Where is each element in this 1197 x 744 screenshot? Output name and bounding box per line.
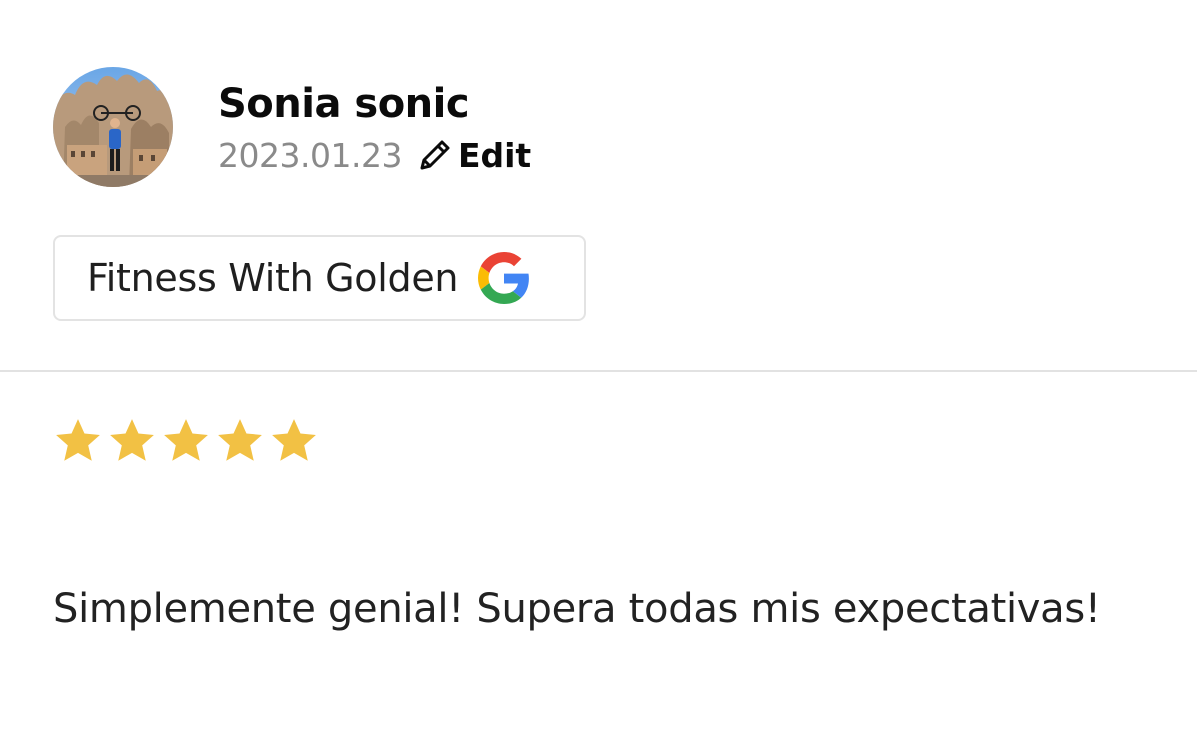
star-rating — [53, 416, 323, 466]
review-meta: Sonia sonic 2023.01.23 Edit — [218, 80, 531, 175]
star-icon — [110, 419, 154, 461]
edit-button[interactable]: Edit — [416, 136, 531, 175]
star-icon — [56, 419, 100, 461]
date-row: 2023.01.23 Edit — [218, 136, 531, 175]
star-icon — [218, 419, 262, 461]
review-card: Sonia sonic 2023.01.23 Edit Fitness With… — [0, 0, 1197, 744]
star-icon — [164, 419, 208, 461]
avatar-image — [53, 67, 173, 187]
google-icon — [478, 252, 530, 304]
source-name: Fitness With Golden — [87, 256, 459, 300]
pencil-icon — [420, 140, 450, 170]
review-header: Sonia sonic 2023.01.23 Edit — [53, 67, 531, 187]
author-name[interactable]: Sonia sonic — [218, 80, 531, 128]
source-badge[interactable]: Fitness With Golden — [53, 235, 586, 321]
review-text: Simplemente genial! Supera todas mis exp… — [53, 586, 1101, 632]
review-date: 2023.01.23 — [218, 135, 402, 175]
edit-label: Edit — [457, 135, 532, 175]
avatar[interactable] — [53, 67, 173, 187]
divider — [0, 370, 1197, 372]
star-icon — [272, 419, 316, 461]
